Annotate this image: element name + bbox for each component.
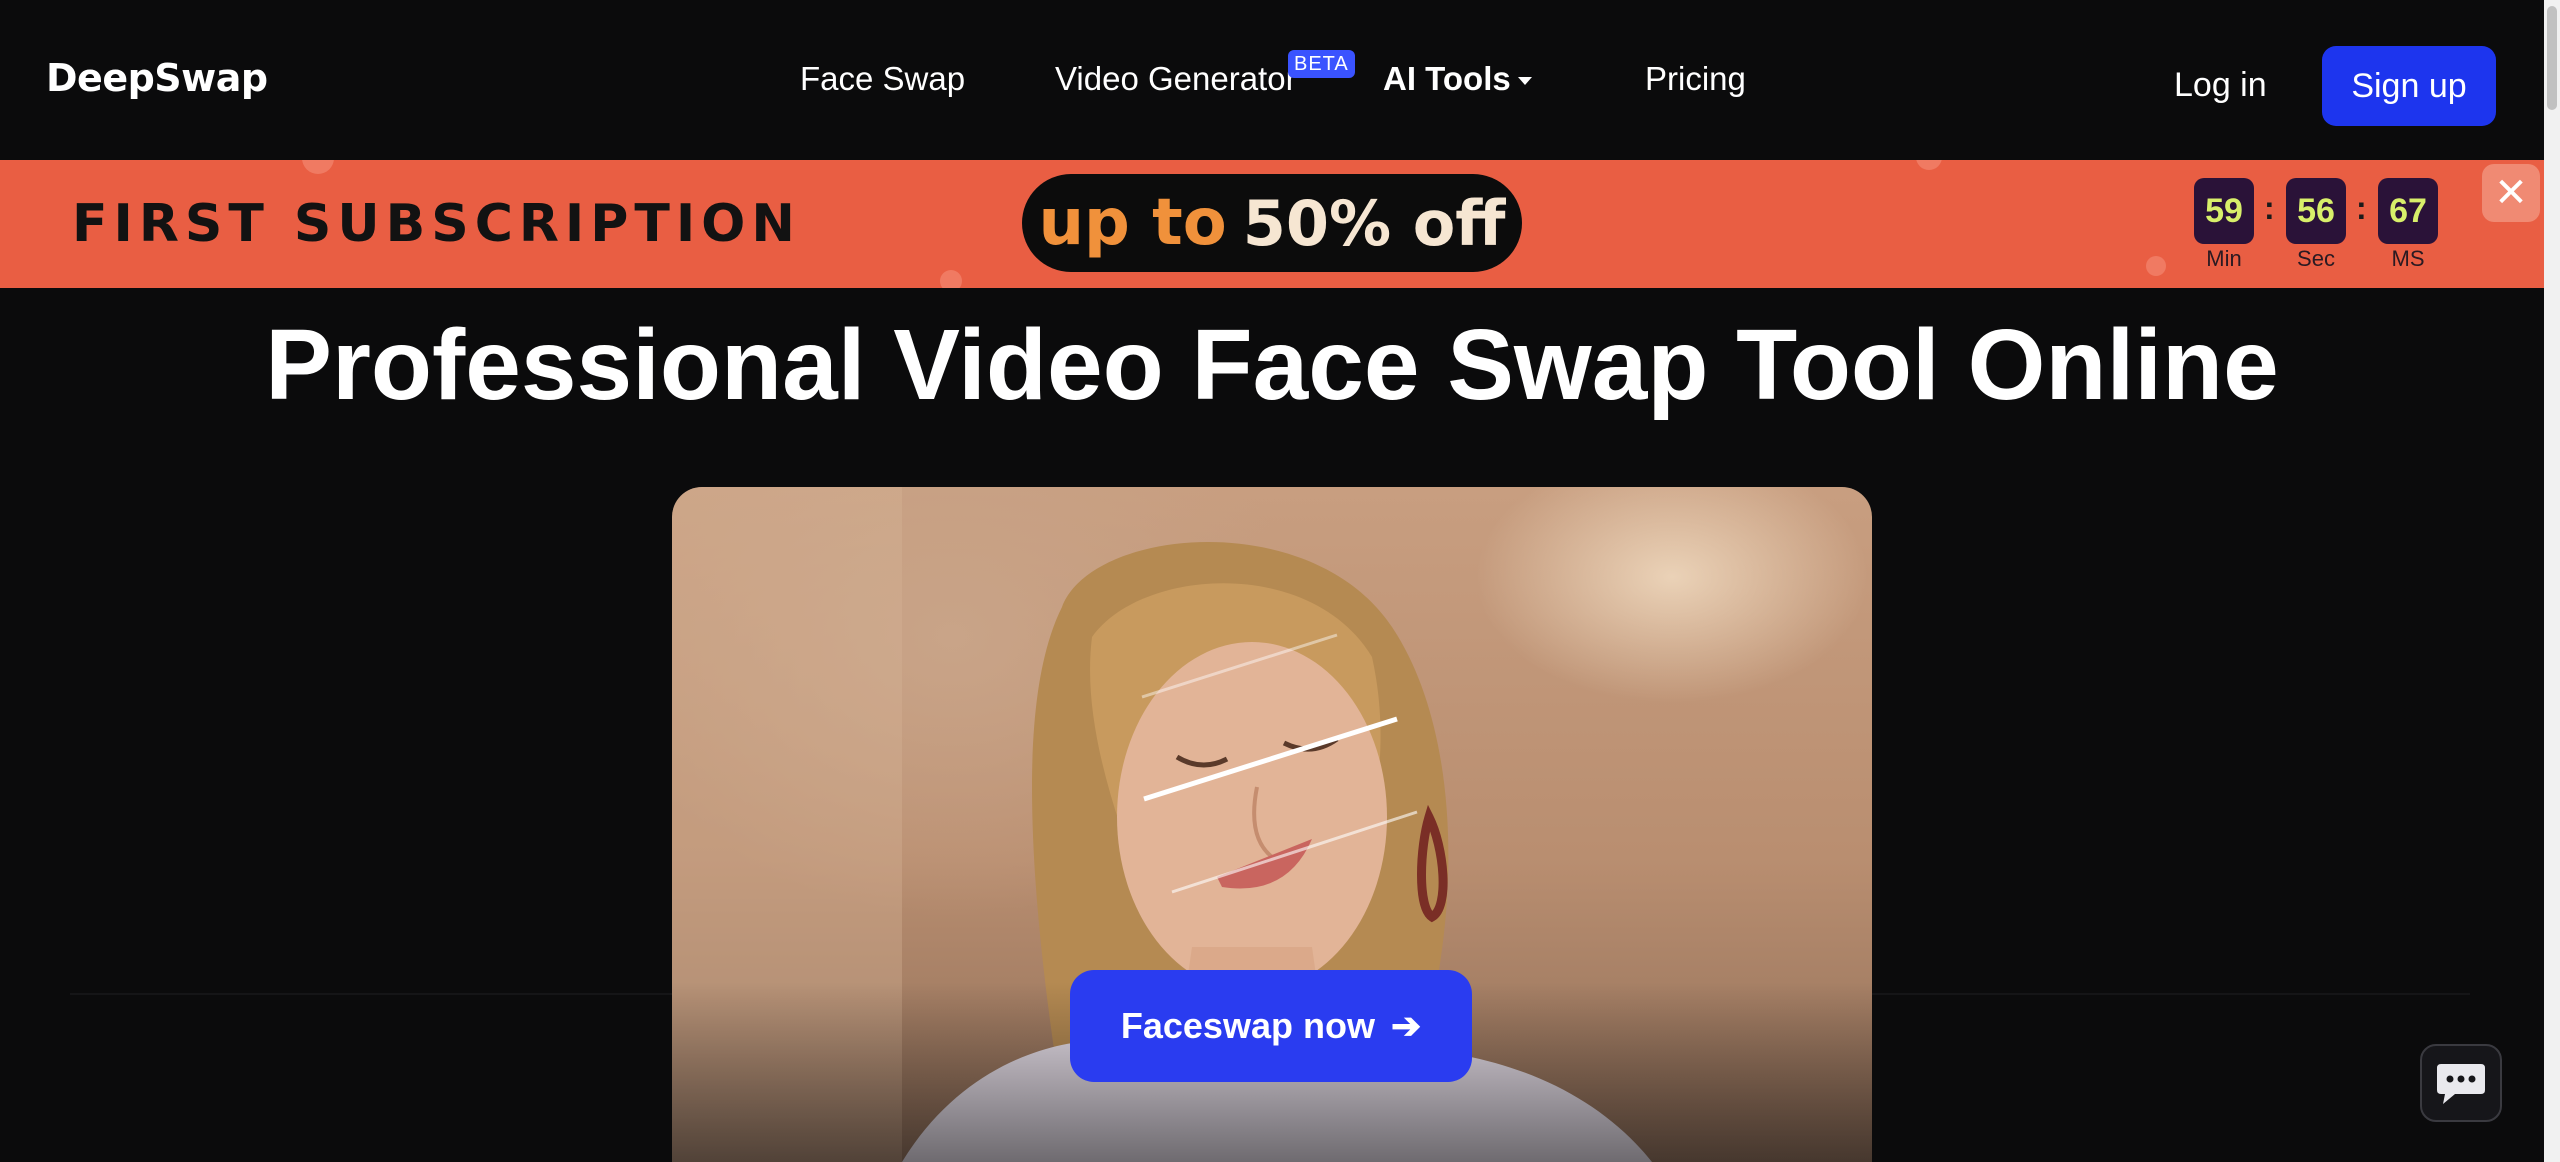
promo-banner[interactable]: FIRST SUBSCRIPTION up to 50% off 59 Min … — [0, 160, 2544, 288]
timer-separator: : — [2264, 190, 2275, 226]
timer-minutes: 59 — [2194, 178, 2254, 244]
nav-video-generator[interactable]: Video Generator — [1055, 60, 1297, 98]
timer-seconds-label: Sec — [2297, 246, 2335, 271]
signup-button[interactable]: Sign up — [2322, 46, 2496, 126]
promo-title: FIRST SUBSCRIPTION — [72, 194, 801, 254]
timer-ms-label: MS — [2391, 246, 2425, 271]
decorative-dot — [302, 160, 334, 174]
timer-ms: 67 — [2378, 178, 2438, 244]
decorative-dot — [2146, 256, 2166, 276]
offer-value: 50% off — [1242, 186, 1506, 260]
timer-separator: : — [2356, 190, 2367, 226]
timer-minutes-label: Min — [2206, 246, 2242, 271]
promo-offer-pill[interactable]: up to 50% off — [1022, 174, 1522, 272]
close-icon[interactable]: ✕ — [2482, 164, 2540, 222]
cta-label: Faceswap now — [1120, 1005, 1375, 1046]
hero-title: Professional Video Face Swap Tool Online — [265, 309, 2279, 421]
arrow-right-icon: ➔ — [1390, 1005, 1422, 1046]
page: DeepSwap Face Swap Video Generator BETA … — [0, 0, 2560, 1162]
offer-prefix: up to — [1038, 186, 1227, 260]
nav-pricing[interactable]: Pricing — [1645, 60, 1746, 98]
beta-badge: BETA — [1288, 50, 1355, 78]
login-link[interactable]: Log in — [2174, 66, 2267, 105]
nav-face-swap[interactable]: Face Swap — [800, 60, 965, 98]
chat-icon — [2437, 1064, 2485, 1104]
scrollbar-thumb[interactable] — [2547, 6, 2557, 110]
page-scrollbar[interactable] — [2544, 0, 2560, 1162]
timer-seconds: 56 — [2286, 178, 2346, 244]
decorative-dot — [1916, 160, 1942, 170]
nav-ai-tools[interactable]: AI Tools — [1383, 60, 1511, 98]
chat-widget-button[interactable] — [2420, 1044, 2502, 1122]
decorative-dot — [940, 270, 962, 288]
faceswap-now-button[interactable]: Faceswap now ➔ — [1070, 970, 1472, 1082]
caret-down-icon[interactable] — [1518, 77, 1532, 85]
deepswap-logo[interactable]: DeepSwap — [46, 56, 268, 100]
site-header: DeepSwap Face Swap Video Generator BETA … — [0, 0, 2544, 160]
